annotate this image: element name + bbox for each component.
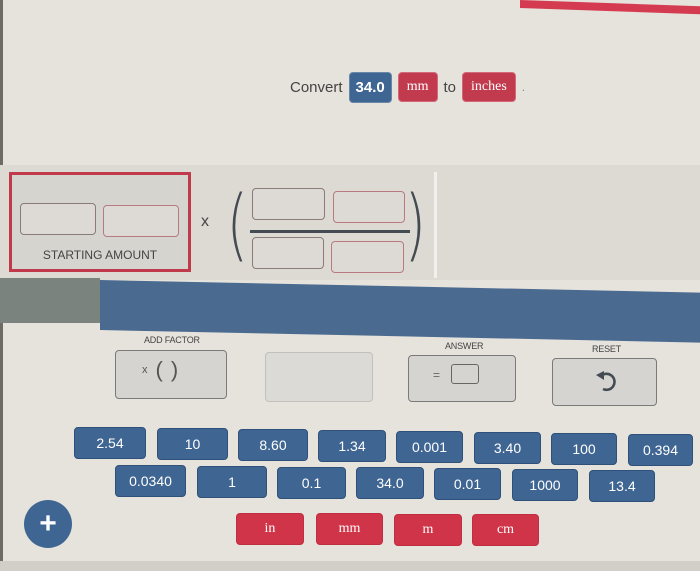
denominator-value-slot[interactable] [252, 237, 324, 269]
answer-label: ANSWER [445, 341, 484, 351]
number-tile[interactable]: 2.54 [74, 427, 146, 459]
number-tile[interactable]: 1 [197, 466, 267, 498]
prompt-suffix: . [521, 80, 526, 94]
numerator-value-slot[interactable] [252, 188, 325, 220]
prompt-from-unit-chip: mm [397, 72, 438, 102]
starting-value-slot[interactable] [20, 203, 96, 235]
factor-open-paren: ( [155, 357, 163, 382]
answer-slot[interactable] [451, 364, 479, 384]
number-tile[interactable]: 0.1 [277, 467, 346, 499]
number-tile[interactable]: 0.0340 [115, 465, 186, 497]
factor-close-paren: ) [170, 357, 179, 382]
undo-icon [596, 371, 616, 392]
plus-icon: + [39, 507, 57, 540]
number-tile[interactable]: 0.01 [434, 468, 501, 500]
unit-tile[interactable]: in [236, 513, 304, 545]
open-paren: ( [226, 180, 248, 270]
empty-tool-slot [265, 352, 373, 402]
top-accent-strip [520, 0, 700, 15]
number-tile[interactable]: 1.34 [318, 430, 386, 462]
add-factor-button[interactable]: x ( ) [115, 350, 227, 399]
band-toolbar [100, 280, 700, 343]
numerator-unit-slot[interactable] [333, 191, 405, 223]
number-tile[interactable]: 3.40 [474, 432, 541, 464]
unit-tile[interactable]: cm [472, 514, 539, 546]
workspace-divider [434, 172, 437, 278]
equals-sign: = [433, 368, 441, 382]
prompt-prefix: Convert [290, 78, 343, 96]
number-tile[interactable]: 13.4 [589, 470, 655, 502]
reset-button[interactable] [552, 358, 657, 406]
fraction-bar [250, 230, 410, 233]
question-prompt: Convert 34.0 mm to inches . [290, 70, 525, 104]
denominator-unit-slot[interactable] [331, 241, 404, 273]
add-factor-label: ADD FACTOR [144, 335, 200, 345]
close-paren: ) [404, 180, 426, 270]
answer-button[interactable]: = [408, 355, 516, 402]
multiply-symbol: x [201, 213, 209, 230]
bottom-shade [0, 561, 700, 571]
starting-amount-label: STARTING AMOUNT [42, 248, 158, 262]
factor-x: x [142, 364, 148, 376]
band-left-panel [0, 278, 100, 323]
number-tile[interactable]: 0.394 [628, 434, 693, 466]
prompt-value-chip: 34.0 [348, 71, 392, 103]
number-tile[interactable]: 0.001 [396, 431, 463, 463]
unit-tile[interactable]: m [394, 514, 462, 546]
factor-glyph: x ( ) [142, 357, 178, 383]
unit-tile[interactable]: mm [316, 513, 383, 545]
reset-label: RESET [592, 344, 622, 354]
number-tile[interactable]: 1000 [512, 469, 578, 501]
prompt-connector: to [443, 78, 457, 96]
number-tile[interactable]: 8.60 [238, 429, 308, 461]
prompt-to-unit-chip: inches [462, 72, 516, 102]
number-tile[interactable]: 100 [551, 433, 617, 465]
add-button[interactable]: + [24, 500, 72, 548]
starting-unit-slot[interactable] [103, 205, 179, 237]
starting-amount-box[interactable]: STARTING AMOUNT [9, 172, 191, 272]
number-tile[interactable]: 34.0 [356, 467, 424, 499]
number-tile[interactable]: 10 [157, 428, 228, 460]
